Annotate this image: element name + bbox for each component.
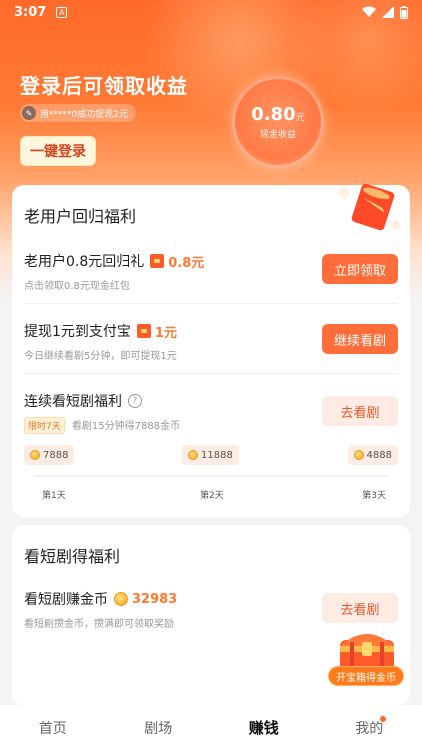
coin-amount: 32983 <box>114 592 177 607</box>
day-reward-pill: 7888 <box>24 445 75 465</box>
row-title: 看短剧赚金币 <box>24 592 108 608</box>
tab-mine[interactable]: 我的 <box>317 715 422 738</box>
tab-theater[interactable]: 剧场 <box>106 718 212 738</box>
signal-icon <box>382 6 394 18</box>
go-watch-button[interactable]: 去看剧 <box>322 396 398 426</box>
red-packet-mini-icon <box>150 254 165 268</box>
notification-icon: A <box>56 6 68 18</box>
card-title: 看短剧得福利 <box>24 547 121 566</box>
open-treasure-label[interactable]: 开宝箱得金币 <box>328 666 404 686</box>
row-title: 提现1元到支付宝 <box>24 324 131 340</box>
withdraw-notice-text: 用*****0成功提现2元 <box>40 109 128 120</box>
coin-icon <box>353 450 364 460</box>
limited-time-badge: 限时7天 <box>24 417 65 434</box>
day-label: 第3天 <box>362 491 386 501</box>
coin-icon <box>114 592 128 606</box>
cash-earnings-label: 现金收益 <box>259 130 296 140</box>
wifi-icon <box>362 6 376 17</box>
status-bar: 3:07 A <box>0 0 422 24</box>
withdraw-notice: ✎ 用*****0成功提现2元 <box>20 104 136 122</box>
divider <box>24 303 398 304</box>
status-icons <box>362 5 408 19</box>
list-item: 提现1元到支付宝 1元 今日继续看剧5分钟，即可提现1元 继续看剧 <box>24 321 398 362</box>
list-item: 连续看短剧福利 ? 限时7天 看剧15分钟得7888金币 去看剧 <box>24 391 398 434</box>
status-time: 3:07 <box>14 4 47 20</box>
list-item: 老用户0.8元回归礼 0.8元 点击领取0.8元现金红包 立即领取 <box>24 251 398 292</box>
progress-track <box>34 475 388 477</box>
continue-watching-button[interactable]: 继续看剧 <box>322 324 398 354</box>
cash-earnings-amount: 0.80元 <box>251 104 305 125</box>
one-click-login-button[interactable]: 一键登录 <box>20 136 96 166</box>
row-title: 老用户0.8元回归礼 <box>24 254 145 270</box>
returning-user-card: 老用户回归福利 老用户0.8元回归礼 0.8元 点击领取0.8元现金红包 立即领… <box>12 183 410 517</box>
avatar: ✎ <box>22 106 36 120</box>
red-packet-icon <box>338 183 401 231</box>
day-label: 第1天 <box>42 491 66 501</box>
claim-now-button[interactable]: 立即领取 <box>322 254 398 284</box>
streak-progress: 7888 11888 4888 第1天 第2天 第3天 <box>24 445 398 501</box>
coin-icon <box>188 450 198 460</box>
divider <box>24 373 398 374</box>
coin-icon <box>30 450 40 460</box>
tab-home[interactable]: 首页 <box>0 718 106 738</box>
help-icon[interactable]: ? <box>128 394 142 408</box>
reward-amount: 0.8元 <box>150 252 204 271</box>
day-reward-pill: 4888 <box>347 445 398 465</box>
battery-icon <box>400 5 408 19</box>
bottom-tab-bar: 首页 剧场 赚钱 我的 <box>0 705 422 750</box>
cash-earnings-orb[interactable]: 0.80元 现金收益 <box>232 76 324 168</box>
tab-earn[interactable]: 赚钱 <box>211 717 317 738</box>
red-packet-mini-icon <box>136 324 151 338</box>
reward-amount: 1元 <box>136 322 177 341</box>
day-reward-pill: 11888 <box>182 445 239 465</box>
card-title: 老用户回归福利 <box>24 207 137 226</box>
row-title: 连续看短剧福利 <box>24 394 122 410</box>
unread-dot <box>379 715 386 722</box>
day-label: 第2天 <box>200 491 224 501</box>
hero-title: 登录后可领取收益 <box>20 74 188 98</box>
